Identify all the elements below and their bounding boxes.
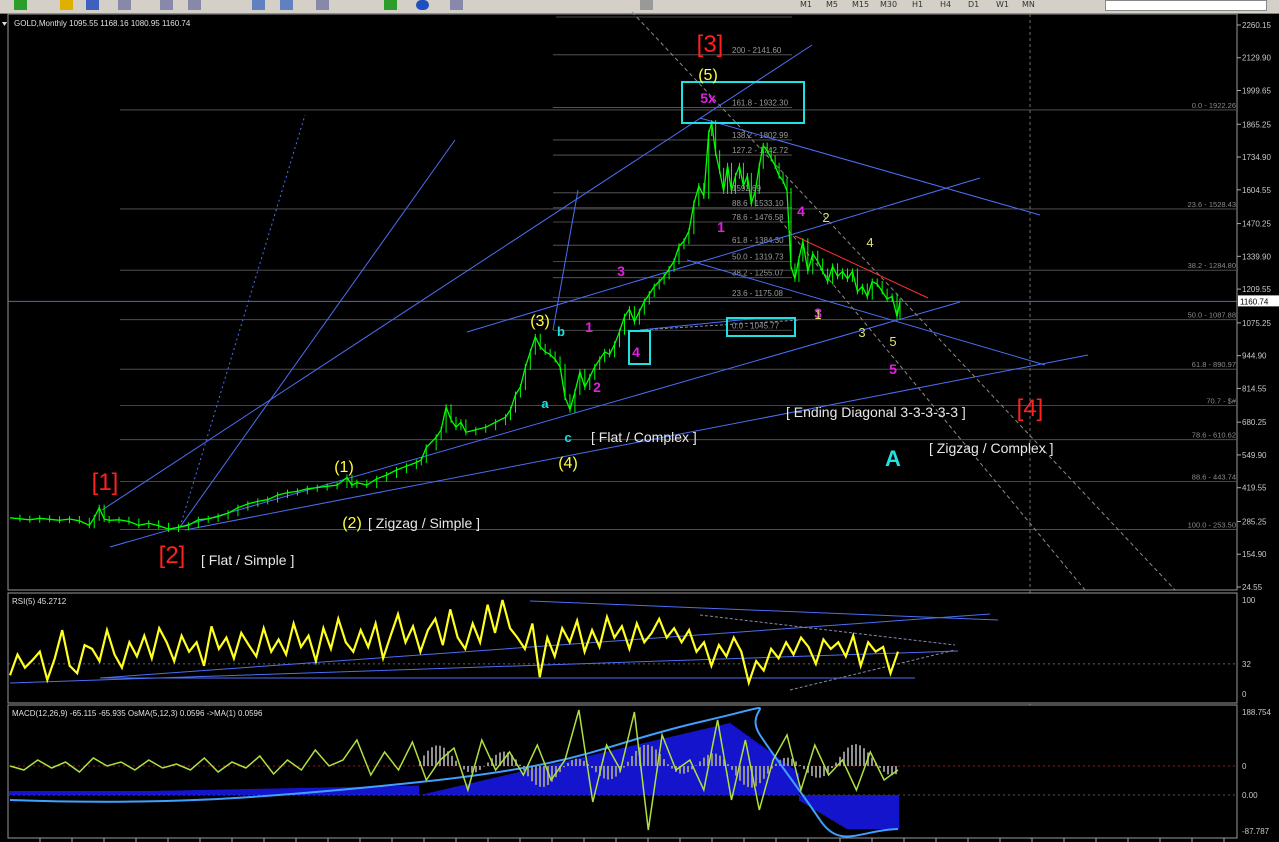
wave-label-magenta: 4 xyxy=(797,203,805,219)
rsi-tick-label: 100 xyxy=(1242,596,1256,605)
fib-label: 200 - 2141.60 xyxy=(732,46,782,55)
y-tick-label: 1734.90 xyxy=(1242,153,1271,162)
macd-tick-label: 0 xyxy=(1242,762,1247,771)
price-panel xyxy=(7,13,1238,591)
pattern-label: [ Zigzag / Simple ] xyxy=(368,515,480,531)
fib-label: 78.6 - 610.62 xyxy=(1192,431,1236,440)
macd-header: MACD(12,26,9) -65.115 -65.935 OsMA(5,12,… xyxy=(12,709,263,718)
chart-header: GOLD,Monthly 1095.55 1168.16 1080.95 116… xyxy=(14,19,191,28)
wave-label-cyan: b xyxy=(557,324,565,339)
wave-label-red: [4] xyxy=(1017,395,1044,422)
wave-label-magenta: 1 xyxy=(585,319,593,335)
wave-label-cyan: c xyxy=(564,430,571,445)
wave-label-magenta: 5x xyxy=(700,90,716,106)
y-tick-label: 1339.90 xyxy=(1242,252,1271,261)
rsi-header: RSI(5) 45.2712 xyxy=(12,597,67,606)
y-tick-label: 1470.25 xyxy=(1242,220,1271,229)
current-price-label: 1160.74 xyxy=(1240,297,1269,306)
macd-tick-label: -87.787 xyxy=(1242,827,1270,836)
y-tick-label: 1604.55 xyxy=(1242,186,1271,195)
wave-label-yellow: (5) xyxy=(698,67,718,84)
fib-label: 38.2 - 1284.80 xyxy=(1188,261,1236,270)
y-tick-label: 1209.55 xyxy=(1242,285,1271,294)
fib-label: 23.6 - 1175.08 xyxy=(732,289,784,298)
menu-triangle-icon xyxy=(2,22,7,26)
fib-label: 0.0 - 1922.26 xyxy=(1192,101,1236,110)
wave-label-red: [3] xyxy=(697,31,724,58)
fib-label: 50.0 - 1319.73 xyxy=(732,252,784,261)
fib-label: 23.6 - 1528.43 xyxy=(1188,200,1236,209)
wave-label-magenta: 4 xyxy=(632,344,640,360)
fib-label: 78.6 - 1476.58 xyxy=(732,213,784,222)
wave-label-yellow: (2) xyxy=(342,515,362,532)
fib-label: 161.8 - 1932.30 xyxy=(732,98,789,107)
y-tick-label: 419.55 xyxy=(1242,484,1267,493)
wave-label-subwave: 4 xyxy=(866,235,873,250)
wave-label-subwave: 5 xyxy=(889,334,896,349)
wave-label-magenta: 5 xyxy=(889,361,897,377)
wave-label-red: [2] xyxy=(159,542,186,569)
y-tick-label: 680.25 xyxy=(1242,418,1267,427)
pattern-label: [ Ending Diagonal 3-3-3-3-3 ] xyxy=(786,404,966,420)
rsi-tick-label: 32 xyxy=(1242,660,1251,669)
fib-label: 61.8 - 890.97 xyxy=(1192,360,1236,369)
pattern-label: [ Flat / Simple ] xyxy=(201,552,294,568)
wave-label-yellow: (3) xyxy=(530,313,550,330)
y-tick-label: 2129.90 xyxy=(1242,54,1271,63)
fib-label: 70.7 - $# xyxy=(1206,396,1236,405)
y-tick-label: 285.25 xyxy=(1242,517,1267,526)
y-tick-label: 814.55 xyxy=(1242,384,1267,393)
y-tick-label: 24.55 xyxy=(1242,583,1263,592)
wave-label-cyan: a xyxy=(541,396,549,411)
fib-label: 61.8 - 1384.30 xyxy=(732,236,784,245)
wave-label-subwave: 2 xyxy=(822,210,829,225)
y-tick-label: 2260.15 xyxy=(1242,21,1271,30)
wave-label-red: [1] xyxy=(92,469,119,496)
fib-label: 50.0 - 1087.88 xyxy=(1188,311,1236,320)
wave-label-magenta: 1 xyxy=(717,219,725,235)
fib-label: 1592.69 xyxy=(732,184,761,193)
rsi-tick-label: 0 xyxy=(1242,690,1247,699)
y-tick-label: 1075.25 xyxy=(1242,319,1271,328)
y-tick-label: 154.90 xyxy=(1242,550,1267,559)
wave-label-magenta: 3 xyxy=(617,263,625,279)
pattern-label: [ Zigzag / Complex ] xyxy=(929,440,1054,456)
wave-label-subwave: 3 xyxy=(858,325,865,340)
y-tick-label: 944.90 xyxy=(1242,352,1267,361)
fib-label: 88.6 - 443.74 xyxy=(1192,473,1236,482)
wave-label-subwave: 1 xyxy=(814,307,821,322)
wave-label-yellow: (1) xyxy=(334,459,354,476)
macd-tick-label: 188.754 xyxy=(1242,708,1271,717)
fib-label: 127.2 - 1742.72 xyxy=(732,146,789,155)
pattern-label: [ Flat / Complex ] xyxy=(591,429,697,445)
macd-tick-label: 0.00 xyxy=(1242,791,1258,800)
y-tick-label: 1865.25 xyxy=(1242,120,1271,129)
wave-label-yellow: (4) xyxy=(558,455,578,472)
wave-label-magenta: 2 xyxy=(593,379,601,395)
fib-label: 88.6 - 1533.10 xyxy=(732,199,784,208)
wave-label-cyan: A xyxy=(885,446,901,471)
y-tick-label: 549.90 xyxy=(1242,451,1267,460)
fib-label: 100.0 - 253.50 xyxy=(1188,520,1236,529)
price-chart: 2260.15 2129.90 1999.65 1865.25 1734.90 1604.… xyxy=(2,11,1279,842)
y-tick-label: 1999.65 xyxy=(1242,86,1271,95)
